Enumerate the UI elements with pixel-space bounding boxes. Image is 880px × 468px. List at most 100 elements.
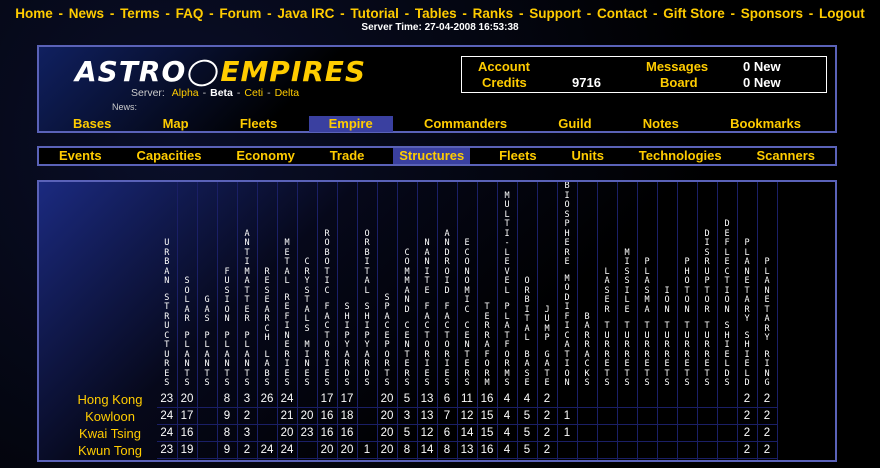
base-link-islands[interactable]: Islands bbox=[67, 459, 157, 461]
sub-menu-scanners[interactable]: Scanners bbox=[750, 148, 821, 164]
nav-link-ranks[interactable]: Ranks bbox=[473, 6, 514, 21]
astro-empires-logo[interactable]: ASTRO EMPIRES bbox=[75, 54, 367, 92]
main-menu-commanders[interactable]: Commanders bbox=[404, 116, 527, 132]
cell-robotic-factories: 20 bbox=[317, 441, 338, 459]
cell-research-labs: 26 bbox=[257, 390, 278, 408]
cell-spaceports: 20 bbox=[377, 407, 398, 425]
nav-link-forum[interactable]: Forum bbox=[219, 6, 261, 21]
server-delta[interactable]: Delta bbox=[275, 87, 300, 99]
main-menu-notes[interactable]: Notes bbox=[623, 116, 699, 132]
cell-multi-level-platforms: 4 bbox=[497, 441, 518, 459]
cell-orbital-base: 2 bbox=[517, 458, 538, 460]
nav-link-news[interactable]: News bbox=[69, 6, 104, 21]
server-alpha[interactable]: Alpha bbox=[172, 87, 199, 99]
nav-separator: - bbox=[582, 6, 595, 21]
sub-menu-structures[interactable]: Structures bbox=[393, 148, 471, 164]
cell-orbital-base: 5 bbox=[517, 424, 538, 442]
column-header-antimatter-plants: A N T I M A T T E RP L A N T S bbox=[237, 182, 258, 391]
messages-count[interactable]: 0 New bbox=[743, 59, 781, 74]
cell-gas-plants bbox=[197, 441, 218, 459]
cell-urban-structures: 21 bbox=[157, 458, 178, 460]
nav-link-java-irc[interactable]: Java IRC bbox=[277, 6, 334, 21]
nav-link-tables[interactable]: Tables bbox=[415, 6, 457, 21]
cell-crystals-mines: 23 bbox=[297, 424, 318, 442]
cell-deflection-shields bbox=[717, 458, 738, 460]
sub-menu-events[interactable]: Events bbox=[53, 148, 108, 164]
cell-solar-plants: 20 bbox=[177, 390, 198, 408]
sub-menu-capacities[interactable]: Capacities bbox=[130, 148, 207, 164]
cell-barracks bbox=[577, 441, 598, 459]
cell-command-centers: 3 bbox=[397, 458, 418, 460]
cell-shipyards: 20 bbox=[337, 441, 358, 459]
cell-antimatter-plants: 2 bbox=[237, 458, 258, 460]
board-link[interactable]: Board bbox=[660, 75, 698, 90]
sub-menu-trade[interactable]: Trade bbox=[324, 148, 371, 164]
base-link-kwai-tsing[interactable]: Kwai Tsing bbox=[67, 425, 157, 442]
column-header-crystals-mines: C R Y S T A L SM I N E S bbox=[297, 182, 318, 391]
cell-research-labs bbox=[257, 424, 278, 442]
cell-orbital-base: 5 bbox=[517, 441, 538, 459]
cell-economic-centers: 12 bbox=[457, 407, 478, 425]
cell-fusion-plants: 9 bbox=[217, 441, 238, 459]
server-beta[interactable]: Beta bbox=[210, 87, 233, 99]
structures-panel: U R B A NS T R U C T U R E SS O L A RP L… bbox=[37, 180, 837, 462]
messages-link[interactable]: Messages bbox=[646, 59, 708, 74]
cell-android-factories: 7 bbox=[437, 407, 458, 425]
account-summary: Account Credits 9716 Messages 0 New Boar… bbox=[461, 56, 827, 93]
column-header-gas-plants: G A SP L A N T S bbox=[197, 182, 218, 391]
cell-research-labs: 24 bbox=[257, 441, 278, 459]
main-menu-bases[interactable]: Bases bbox=[53, 116, 131, 132]
column-header-laser-turrets: L A S E RT U R R E T S bbox=[597, 182, 618, 391]
cell-spaceports: 20 bbox=[377, 441, 398, 459]
cell-jump-gate: 2 bbox=[537, 390, 558, 408]
base-link-kwun-tong[interactable]: Kwun Tong bbox=[67, 442, 157, 459]
cell-laser-turrets bbox=[597, 441, 618, 459]
nav-separator: - bbox=[515, 6, 528, 21]
server-separator: - bbox=[236, 87, 241, 99]
sub-menu-technologies[interactable]: Technologies bbox=[633, 148, 728, 164]
base-link-hong-kong[interactable]: Hong Kong bbox=[67, 391, 157, 408]
board-count[interactable]: 0 New bbox=[743, 75, 781, 90]
nav-link-home[interactable]: Home bbox=[15, 6, 53, 21]
base-link-kowloon[interactable]: Kowloon bbox=[67, 408, 157, 425]
nav-link-sponsors[interactable]: Sponsors bbox=[741, 6, 803, 21]
column-header-planetary-ring: P L A N E T A R YR I N G bbox=[757, 182, 778, 391]
sub-menu-fleets[interactable]: Fleets bbox=[493, 148, 543, 164]
nav-link-gift-store[interactable]: Gift Store bbox=[663, 6, 725, 21]
cell-terraform: 15 bbox=[477, 424, 498, 442]
sub-menu-units[interactable]: Units bbox=[565, 148, 610, 164]
main-menu-empire[interactable]: Empire bbox=[308, 116, 393, 132]
cell-android-factories: 6 bbox=[437, 390, 458, 408]
nav-link-contact[interactable]: Contact bbox=[597, 6, 647, 21]
cell-command-centers: 8 bbox=[397, 441, 418, 459]
main-menu-guild[interactable]: Guild bbox=[538, 116, 611, 132]
table-row: Kwai Tsing 24 16 8 3 20 23 16 16 20 5 12 6 14 15 4 5 2 1 2 2 bbox=[67, 424, 778, 442]
server-separator: - bbox=[267, 87, 271, 99]
cell-gas-plants bbox=[197, 424, 218, 442]
cell-crystals-mines: 20 bbox=[297, 407, 318, 425]
server-ceti[interactable]: Ceti bbox=[244, 87, 263, 99]
nav-link-logout[interactable]: Logout bbox=[819, 6, 865, 21]
column-header-terraform: T E R R A F O R M bbox=[477, 182, 498, 391]
column-header-android-factories: A N D R O I DF A C T O R I E S bbox=[437, 182, 458, 391]
nav-link-tutorial[interactable]: Tutorial bbox=[350, 6, 399, 21]
main-menu-fleets[interactable]: Fleets bbox=[220, 116, 298, 132]
cell-multi-level-platforms: 4 bbox=[497, 424, 518, 442]
credits-label: Credits bbox=[482, 75, 527, 90]
cell-disruptor-turrets bbox=[697, 390, 718, 408]
nav-link-terms[interactable]: Terms bbox=[120, 6, 160, 21]
cell-metal-refineries: 21 bbox=[277, 407, 298, 425]
main-menu-map[interactable]: Map bbox=[143, 116, 209, 132]
nav-link-support[interactable]: Support bbox=[529, 6, 581, 21]
cell-robotic-factories: 16 bbox=[317, 458, 338, 460]
column-header-orbital-shipyards: O R B I T A LS H I P Y A R D S bbox=[357, 182, 378, 391]
column-header-biosphere-modification: B I O S P H E R EM O D I F I C A T I O N bbox=[557, 182, 578, 391]
main-menu-bookmarks[interactable]: Bookmarks bbox=[710, 116, 821, 132]
cell-shipyards: 16 bbox=[337, 424, 358, 442]
account-link[interactable]: Account bbox=[478, 59, 530, 74]
logo-text-empires: EMPIRES bbox=[220, 55, 367, 88]
nav-link-faq[interactable]: FAQ bbox=[176, 6, 204, 21]
cell-command-centers: 5 bbox=[397, 424, 418, 442]
cell-barracks bbox=[577, 390, 598, 408]
sub-menu-economy[interactable]: Economy bbox=[230, 148, 301, 164]
